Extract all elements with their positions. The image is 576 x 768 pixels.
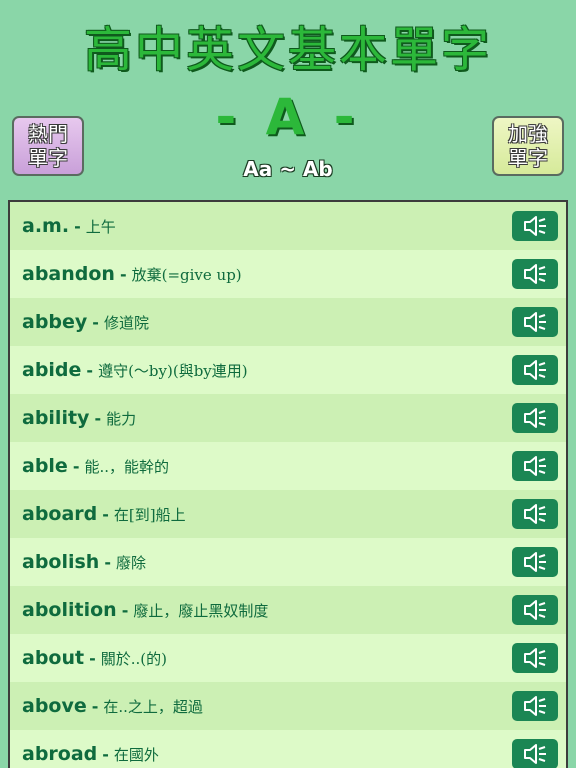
- speaker-icon: [524, 648, 546, 668]
- word-separator: -: [104, 552, 111, 572]
- speaker-icon: [524, 312, 546, 332]
- word-text: abolition: [22, 599, 117, 621]
- word-row[interactable]: abolish - 廢除: [10, 538, 566, 586]
- word-separator: -: [86, 360, 94, 380]
- word-entry: abandon - 放棄(=give up): [22, 250, 242, 298]
- word-text: a.m.: [22, 215, 70, 237]
- speaker-icon: [524, 264, 546, 284]
- word-row[interactable]: above - 在..之上，超過: [10, 682, 566, 730]
- advanced-words-label-2: 單字: [508, 146, 548, 170]
- word-meaning: 廢除: [115, 553, 146, 572]
- word-meaning: 能力: [106, 409, 137, 428]
- speaker-icon: [524, 408, 546, 428]
- word-row[interactable]: abandon - 放棄(=give up): [10, 250, 566, 298]
- word-row[interactable]: abide - 遵守(～by)(與by連用): [10, 346, 566, 394]
- word-row[interactable]: about - 關於..(的): [10, 634, 566, 682]
- play-pronunciation-button[interactable]: [512, 499, 558, 529]
- range-label: Aa ~ Ab: [243, 157, 333, 181]
- word-row[interactable]: ability - 能力: [10, 394, 566, 442]
- speaker-icon: [524, 744, 546, 764]
- word-meaning: 在..之上，超過: [103, 697, 203, 716]
- play-pronunciation-button[interactable]: [512, 691, 558, 721]
- speaker-icon: [524, 216, 546, 236]
- word-entry: above - 在..之上，超過: [22, 682, 203, 730]
- word-text: abandon: [22, 263, 115, 285]
- word-separator: -: [89, 648, 96, 668]
- word-entry: abolition - 廢止，廢止黑奴制度: [22, 586, 268, 634]
- word-separator: -: [72, 456, 80, 476]
- letter-heading: - A -: [215, 88, 361, 146]
- speaker-icon: [524, 456, 546, 476]
- play-pronunciation-button[interactable]: [512, 355, 558, 385]
- word-text: abide: [22, 359, 82, 381]
- word-entry: abbey - 修道院: [22, 298, 149, 346]
- word-separator: -: [102, 504, 109, 524]
- word-separator: -: [91, 696, 99, 716]
- word-separator: -: [92, 312, 99, 332]
- word-separator: -: [102, 744, 109, 764]
- play-pronunciation-button[interactable]: [512, 451, 558, 481]
- word-text: aboard: [22, 503, 98, 525]
- word-entry: abroad - 在國外: [22, 730, 159, 768]
- word-text: abroad: [22, 743, 98, 765]
- word-row[interactable]: abbey - 修道院: [10, 298, 566, 346]
- word-meaning: 關於..(的): [100, 649, 167, 668]
- word-row[interactable]: abroad - 在國外: [10, 730, 566, 768]
- advanced-words-label-1: 加強: [508, 122, 548, 146]
- word-separator: -: [121, 600, 129, 620]
- word-separator: -: [94, 408, 102, 428]
- word-meaning: 在國外: [113, 745, 159, 764]
- play-pronunciation-button[interactable]: [512, 403, 558, 433]
- word-text: abbey: [22, 311, 88, 333]
- word-list[interactable]: a.m. - 上午 abandon - 放棄(=give up) abbey - 修道院 abid…: [8, 200, 568, 768]
- advanced-words-button[interactable]: 加強 單字: [492, 116, 564, 176]
- word-entry: ability - 能力: [22, 394, 136, 442]
- play-pronunciation-button[interactable]: [512, 211, 558, 241]
- play-pronunciation-button[interactable]: [512, 259, 558, 289]
- play-pronunciation-button[interactable]: [512, 643, 558, 673]
- word-row[interactable]: able - 能..，能幹的: [10, 442, 566, 490]
- play-pronunciation-button[interactable]: [512, 307, 558, 337]
- word-entry: abolish - 廢除: [22, 538, 146, 586]
- play-pronunciation-button[interactable]: [512, 739, 558, 768]
- word-meaning: 遵守(～by)(與by連用): [98, 361, 248, 380]
- word-text: ability: [22, 407, 90, 429]
- play-pronunciation-button[interactable]: [512, 595, 558, 625]
- word-meaning: 上午: [85, 217, 116, 236]
- word-text: about: [22, 647, 85, 669]
- word-entry: able - 能..，能幹的: [22, 442, 169, 490]
- word-entry: aboard - 在[到]船上: [22, 490, 186, 538]
- word-meaning: 能..，能幹的: [84, 457, 170, 476]
- app-title: 高中英文基本單字: [83, 22, 492, 78]
- play-pronunciation-button[interactable]: [512, 547, 558, 577]
- speaker-icon: [524, 552, 546, 572]
- word-separator: -: [74, 216, 81, 236]
- speaker-icon: [524, 696, 546, 716]
- word-text: abolish: [22, 551, 100, 573]
- speaker-icon: [524, 504, 546, 524]
- word-entry: a.m. - 上午: [22, 202, 116, 250]
- word-meaning: 在[到]船上: [113, 505, 186, 524]
- word-meaning: 放棄(=give up): [131, 265, 242, 284]
- word-meaning: 廢止，廢止黑奴制度: [133, 601, 269, 620]
- speaker-icon: [524, 600, 546, 620]
- word-meaning: 修道院: [103, 313, 149, 332]
- word-text: able: [22, 455, 68, 477]
- word-row[interactable]: aboard - 在[到]船上: [10, 490, 566, 538]
- word-entry: about - 關於..(的): [22, 634, 167, 682]
- word-row[interactable]: a.m. - 上午: [10, 202, 566, 250]
- speaker-icon: [524, 360, 546, 380]
- word-row[interactable]: abolition - 廢止，廢止黑奴制度: [10, 586, 566, 634]
- word-text: above: [22, 695, 87, 717]
- word-entry: abide - 遵守(～by)(與by連用): [22, 346, 248, 394]
- word-separator: -: [119, 264, 127, 284]
